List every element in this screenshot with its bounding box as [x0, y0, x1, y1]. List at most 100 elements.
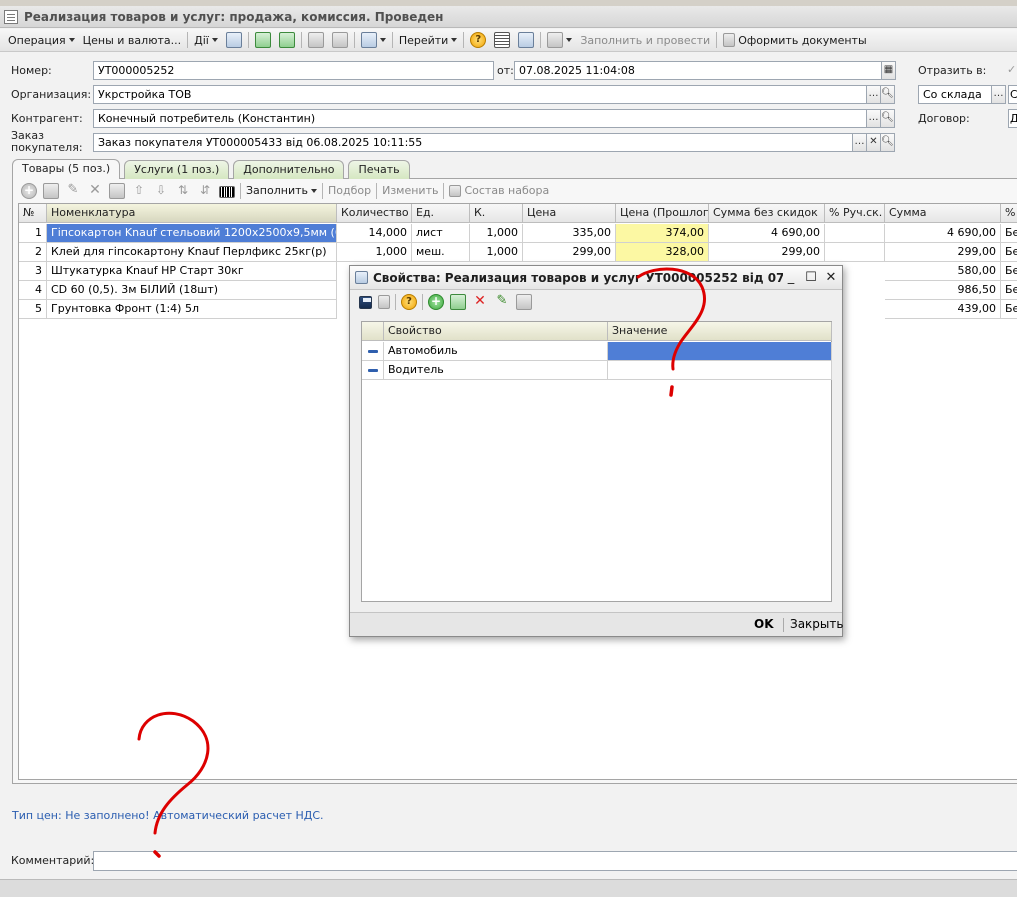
row-unit[interactable]: лист — [412, 224, 470, 243]
fill-and-post-button[interactable]: Заполнить и провести — [576, 30, 714, 50]
row-sum-no-discount[interactable]: 4 690,00 — [709, 224, 825, 243]
delete-row-button[interactable]: ✕ — [84, 181, 106, 201]
table-row[interactable]: Водитель — [362, 361, 833, 380]
column-header-sum[interactable]: Сумма — [885, 204, 1001, 223]
warehouse-select[interactable]: Со склада — [918, 85, 992, 104]
print-fiscal-button[interactable] — [543, 30, 576, 50]
comment-input[interactable] — [93, 851, 1017, 871]
contractor-select-button[interactable]: … — [866, 109, 881, 128]
order-open-button[interactable]: 🔍︎ — [880, 133, 895, 152]
select-items-button[interactable]: Подбор — [325, 181, 374, 201]
row-sum[interactable]: 439,00 — [885, 300, 1001, 319]
property-name[interactable]: Автомобиль — [384, 342, 608, 361]
close-button[interactable]: Закрыть — [790, 617, 843, 631]
sort-asc-button[interactable]: ⇅ — [172, 181, 194, 201]
column-header-value[interactable]: Значение — [608, 322, 832, 341]
tab-print[interactable]: Печать — [348, 160, 410, 179]
row-nomenclature[interactable]: Грунтовка Фронт (1:4) 5л — [47, 300, 337, 319]
column-header-vat[interactable]: % Н — [1001, 204, 1017, 223]
row-coef[interactable]: 1,000 — [470, 224, 523, 243]
move-up-button[interactable]: ⇧ — [128, 181, 150, 201]
row-unit[interactable]: меш. — [412, 243, 470, 262]
row-prev-price[interactable]: 328,00 — [616, 243, 709, 262]
column-header-property[interactable]: Свойство — [384, 322, 608, 341]
row-manual-discount[interactable] — [825, 224, 885, 243]
row-sum[interactable]: 299,00 — [885, 243, 1001, 262]
column-header-manual-discount[interactable]: % Руч.ск. — [825, 204, 885, 223]
maximize-icon[interactable]: ☐ — [802, 269, 820, 287]
order-field[interactable]: Заказ покупателя УТ000005433 від 06.08.2… — [93, 133, 853, 152]
reflect-checkbox[interactable]: ✓ — [1007, 63, 1016, 76]
row-vat[interactable]: Без — [1001, 281, 1017, 300]
dialog-title-bar[interactable]: Свойства: Реализация товаров и услуг УТ0… — [350, 266, 842, 290]
row-sum-no-discount[interactable]: 299,00 — [709, 243, 825, 262]
property-value[interactable] — [608, 361, 832, 380]
contractor-open-button[interactable]: 🔍︎ — [880, 109, 895, 128]
tab-additional[interactable]: Дополнительно — [233, 160, 345, 179]
column-header-quantity[interactable]: Количество — [337, 204, 412, 223]
save-button[interactable] — [356, 292, 375, 312]
based-on-button[interactable] — [357, 30, 390, 50]
contractor-field[interactable]: Конечный потребитель (Константин) — [93, 109, 867, 128]
organization-select-button[interactable]: … — [866, 85, 881, 104]
end-edit-property-button[interactable] — [513, 292, 535, 312]
goto-menu[interactable]: Перейти — [395, 30, 462, 50]
column-header-coef[interactable]: К. — [470, 204, 523, 223]
prices-currency-button[interactable]: Цены и валюта... — [79, 30, 185, 50]
structure-button[interactable] — [490, 30, 514, 50]
column-header-nomenclature[interactable]: Номенклатура — [47, 204, 337, 223]
row-nomenclature[interactable]: Штукатурка Knauf НР Старт 30кг — [47, 262, 337, 281]
row-manual-discount[interactable] — [825, 243, 885, 262]
row-coef[interactable]: 1,000 — [470, 243, 523, 262]
set-composition-button[interactable]: Состав набора — [446, 181, 552, 201]
order-select-button[interactable]: … — [852, 133, 867, 152]
fill-menu[interactable]: Заполнить — [243, 181, 320, 201]
next-document-button[interactable] — [328, 30, 352, 50]
row-price[interactable]: 335,00 — [523, 224, 616, 243]
column-header-price[interactable]: Цена — [523, 204, 616, 223]
table-row[interactable]: 2 Клей для гіпсокартону Knauf Перлфикс 2… — [19, 243, 1017, 262]
organization-field[interactable]: Укрстройка ТОВ — [93, 85, 867, 104]
row-price[interactable]: 299,00 — [523, 243, 616, 262]
dialog-help-button[interactable]: ? — [398, 292, 420, 312]
row-vat[interactable]: Без — [1001, 262, 1017, 281]
number-field[interactable]: УТ000005252 — [93, 61, 494, 80]
column-header-number[interactable]: № — [19, 204, 47, 223]
refresh-button[interactable] — [251, 30, 275, 50]
order-clear-button[interactable]: ✕ — [866, 133, 881, 152]
help-button[interactable]: ? — [466, 30, 490, 50]
row-prev-price[interactable]: 374,00 — [616, 224, 709, 243]
row-sum[interactable]: 986,50 — [885, 281, 1001, 300]
table-row[interactable]: Автомобиль — [362, 342, 833, 361]
reread-button[interactable] — [375, 292, 393, 312]
post-button[interactable] — [222, 30, 246, 50]
row-nomenclature[interactable]: CD 60 (0,5). 3м БІЛИЙ (18шт) — [47, 281, 337, 300]
row-vat[interactable]: Без — [1001, 300, 1017, 319]
delete-property-button[interactable]: ✕ — [469, 292, 491, 312]
calendar-button[interactable]: ▦ — [881, 61, 896, 80]
actions-menu[interactable]: Дії — [190, 30, 222, 50]
row-vat[interactable]: Без — [1001, 224, 1017, 243]
make-documents-button[interactable]: Оформить документы — [719, 30, 870, 50]
property-value[interactable] — [608, 342, 832, 361]
row-vat[interactable]: Без — [1001, 243, 1017, 262]
add-row-button[interactable]: + — [18, 181, 40, 201]
row-sum[interactable]: 580,00 — [885, 262, 1001, 281]
copy-property-button[interactable] — [447, 292, 469, 312]
organization-open-button[interactable]: 🔍︎ — [880, 85, 895, 104]
column-header-sum-no-discount[interactable]: Сумма без скидок — [709, 204, 825, 223]
copy-row-button[interactable] — [40, 181, 62, 201]
warehouse-field[interactable]: С — [1008, 85, 1017, 104]
column-header-prev-price[interactable]: Цена (Прошлог... — [616, 204, 709, 223]
row-quantity[interactable]: 1,000 — [337, 243, 412, 262]
property-name[interactable]: Водитель — [384, 361, 608, 380]
copy-button[interactable] — [275, 30, 299, 50]
properties-button[interactable] — [514, 30, 538, 50]
ok-button[interactable]: OK — [754, 617, 774, 631]
close-icon[interactable]: ✕ — [822, 269, 840, 287]
prev-document-button[interactable] — [304, 30, 328, 50]
column-header-unit[interactable]: Ед. — [412, 204, 470, 223]
row-nomenclature[interactable]: Гіпсокартон Knauf стельовий 1200х2500х9,… — [47, 224, 337, 243]
row-nomenclature[interactable]: Клей для гіпсокартону Knauf Перлфикс 25к… — [47, 243, 337, 262]
operation-menu[interactable]: Операция — [4, 30, 79, 50]
